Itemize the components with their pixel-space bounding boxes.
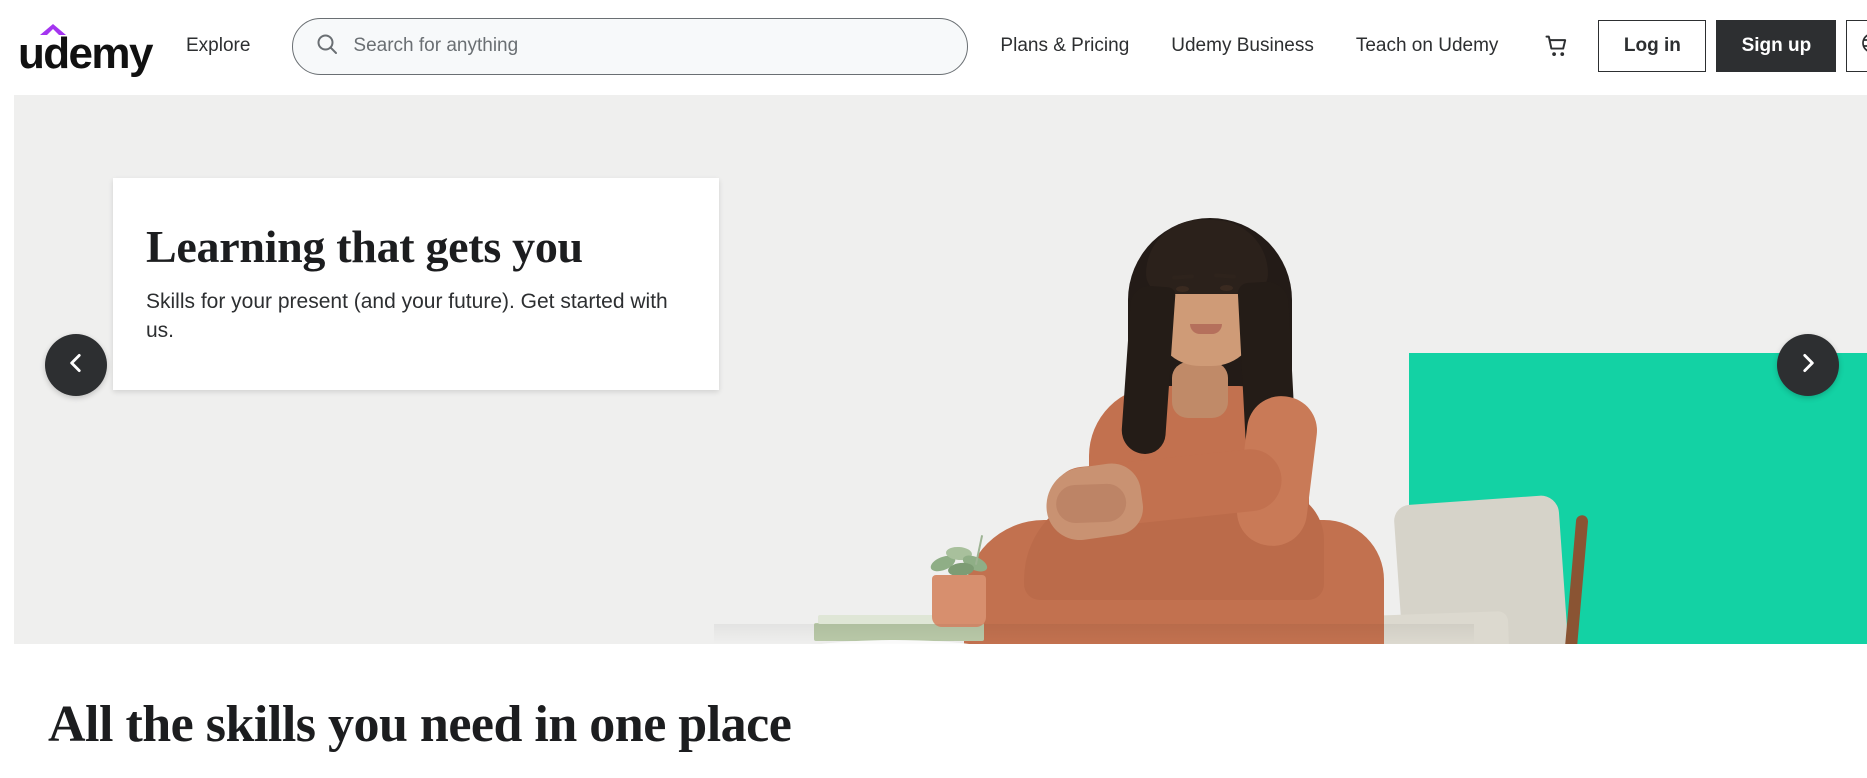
- search-input[interactable]: [353, 35, 946, 57]
- header-nav-right: Plans & Pricing Udemy Business Teach on …: [1000, 20, 1867, 72]
- person-photo: [964, 190, 1454, 644]
- eye-right: [1220, 285, 1233, 291]
- nav-explore[interactable]: Explore: [186, 35, 250, 57]
- mouth: [1190, 324, 1222, 334]
- nav-teach-on-udemy[interactable]: Teach on Udemy: [1356, 35, 1499, 57]
- hero-carousel: Learning that gets you Skills for your p…: [14, 95, 1867, 644]
- signup-button[interactable]: Sign up: [1716, 20, 1837, 72]
- section-title: All the skills you need in one place: [48, 696, 792, 753]
- skills-section: All the skills you need in one place: [48, 644, 1867, 753]
- eye-left: [1176, 286, 1189, 292]
- nav-plans-pricing[interactable]: Plans & Pricing: [1000, 35, 1129, 57]
- flower-pot: [932, 575, 986, 627]
- hero-text-card: Learning that gets you Skills for your p…: [113, 178, 719, 390]
- carousel-prev-button[interactable]: [45, 334, 107, 396]
- udemy-logo[interactable]: udemy: [18, 18, 153, 76]
- login-button[interactable]: Log in: [1598, 20, 1707, 72]
- hero-title: Learning that gets you: [146, 221, 583, 272]
- logo-wordmark: udemy: [18, 29, 153, 78]
- chevron-right-icon: [1795, 350, 1821, 381]
- search-bar[interactable]: [292, 17, 969, 75]
- site-header: udemy Explore Plans & Pricing Udemy Busi…: [0, 0, 1867, 92]
- carousel-next-button[interactable]: [1777, 334, 1839, 396]
- nav-udemy-business[interactable]: Udemy Business: [1171, 35, 1314, 57]
- search-icon: [315, 32, 339, 61]
- chevron-left-icon: [63, 350, 89, 381]
- floor-shadow: [714, 624, 1474, 644]
- hero-subtitle: Skills for your present (and your future…: [146, 289, 668, 343]
- language-selector-button[interactable]: [1846, 20, 1867, 72]
- neck: [1172, 362, 1228, 418]
- globe-icon: [1860, 31, 1867, 61]
- shopping-cart-icon[interactable]: [1540, 29, 1574, 63]
